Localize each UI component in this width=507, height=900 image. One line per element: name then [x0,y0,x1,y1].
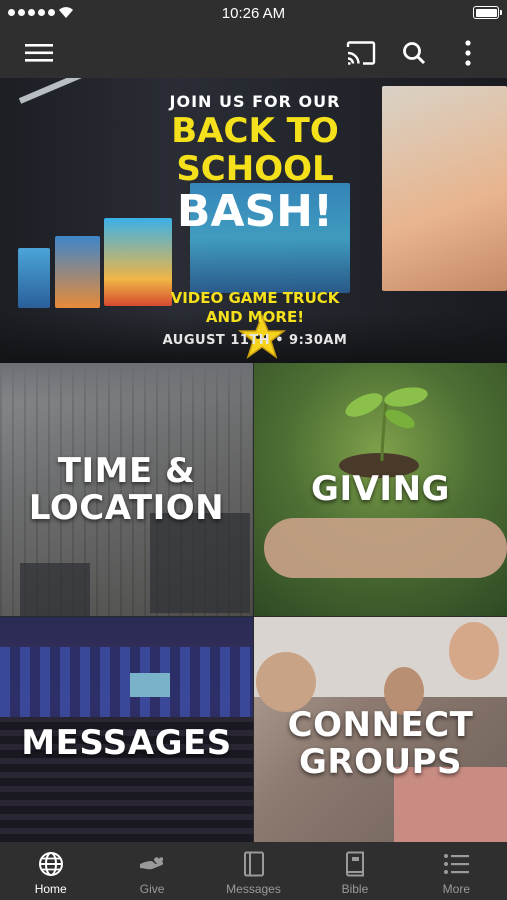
hero-line-back-to: BACK TO [171,111,339,151]
tab-give-label: Give [139,882,165,896]
hero-line-and-more: AND MORE! [205,308,305,326]
book-icon [243,851,264,877]
messages-label: MESSAGES [21,723,232,763]
hand-icon [140,857,164,870]
overflow-menu-button[interactable] [451,36,485,70]
bottom-tab-bar: Home Give Messages Bible More [0,842,507,900]
game-screen [382,86,507,291]
tab-more[interactable]: More [406,842,507,900]
hands [264,518,507,578]
hero-text: JOIN US FOR OUR BACK TO SCHOOL BASH! VID… [150,92,360,348]
tab-bible[interactable]: Bible [304,842,405,900]
hero-line-school: SCHOOL [176,149,334,189]
sprout-icon [345,387,428,462]
connect-groups-tile[interactable]: CONNECT GROUPS [254,617,507,870]
hero-line-date: AUGUST 11TH • 9:30AM [162,333,348,348]
tab-more-label: More [442,882,470,896]
status-bar: 10:26 AM [0,0,507,28]
stage-curtains [0,647,253,717]
hamburger-icon [25,44,53,62]
hero-line-join: JOIN US FOR OUR [169,92,341,111]
person [256,652,316,712]
hero-banner[interactable]: JOIN US FOR OUR BACK TO SCHOOL BASH! VID… [0,78,507,363]
more-vert-icon [465,40,471,66]
menu-button[interactable] [22,36,56,70]
tab-messages-label: Messages [226,882,281,896]
tab-messages[interactable]: Messages [203,842,304,900]
giving-label: GIVING [311,469,450,509]
stage-screen [130,673,170,697]
tab-home-label: Home [34,882,67,896]
sky [0,363,253,403]
cast-icon [346,41,376,65]
tab-give[interactable]: Give [101,842,202,900]
game-screen [55,236,100,308]
globe-icon [38,852,63,876]
building-window [150,513,250,613]
giving-tile[interactable]: GIVING [254,363,507,616]
app-bar [0,28,507,78]
status-time: 10:26 AM [221,5,286,22]
game-screen [18,248,50,308]
connect-groups-label: CONNECT GROUPS [287,704,474,782]
search-button[interactable] [397,36,431,70]
battery-icon [473,6,502,19]
messages-tile[interactable]: MESSAGES [0,617,253,870]
search-icon [403,42,426,65]
tab-home[interactable]: Home [0,842,101,900]
building-window [20,563,90,616]
person [449,622,499,680]
time-location-tile[interactable]: TIME & LOCATION [0,363,253,616]
hero-line-video-game-truck: VIDEO GAME TRUCK [170,289,340,307]
hero-line-bash: BASH! [176,186,334,237]
tab-bible-label: Bible [341,882,369,896]
bible-icon [345,851,364,877]
time-location-label: TIME & LOCATION [28,450,225,528]
cast-button[interactable] [344,36,378,70]
list-icon [444,854,470,874]
